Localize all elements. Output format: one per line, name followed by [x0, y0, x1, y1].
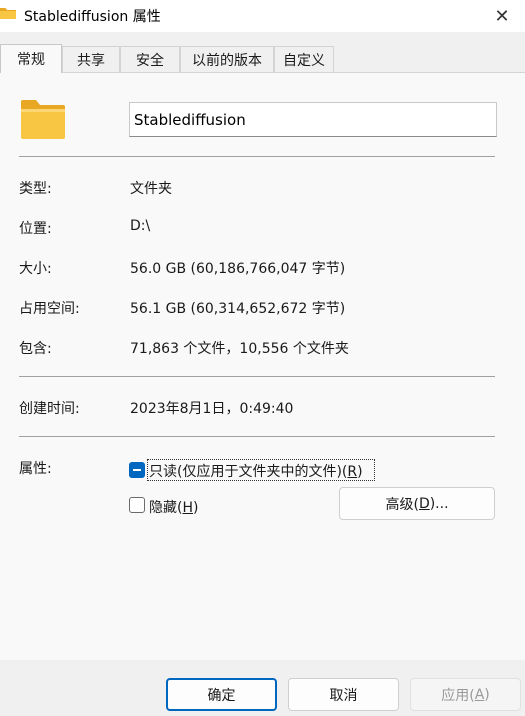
hidden-checkbox[interactable]	[129, 497, 145, 513]
close-button[interactable]: ✕	[479, 0, 525, 32]
size-label: 大小:	[19, 261, 52, 277]
tab-sharing[interactable]: 共享	[62, 46, 120, 72]
separator	[19, 376, 495, 377]
location-value: D:\	[130, 218, 151, 234]
window-title: Stablediffusion 属性	[24, 9, 161, 25]
type-label: 类型:	[19, 181, 52, 197]
separator	[19, 436, 495, 437]
created-label: 创建时间:	[19, 401, 80, 417]
type-value: 文件夹	[130, 181, 172, 197]
close-icon: ✕	[494, 5, 510, 27]
size-on-disk-value: 56.1 GB (60,314,652,672 字节)	[130, 301, 346, 317]
hidden-label[interactable]: 隐藏(H)	[149, 497, 198, 517]
advanced-button[interactable]: 高级(D)...	[339, 487, 495, 520]
tab-previous-versions[interactable]: 以前的版本	[180, 46, 274, 72]
cancel-button[interactable]: 取消	[288, 678, 399, 711]
tab-strip: 常规 共享 安全 以前的版本 自定义	[0, 44, 525, 73]
ok-button[interactable]: 确定	[166, 678, 277, 711]
apply-button[interactable]: 应用(A)	[410, 678, 521, 711]
readonly-checkbox[interactable]	[129, 462, 145, 478]
contains-value: 71,863 个文件，10,556 个文件夹	[130, 341, 349, 357]
title-bar: Stablediffusion 属性 ✕	[0, 0, 525, 32]
attributes-label: 属性:	[19, 461, 52, 477]
readonly-label[interactable]: 只读(仅应用于文件夹中的文件)(R)	[149, 461, 363, 481]
size-on-disk-label: 占用空间:	[19, 301, 80, 317]
general-panel	[0, 72, 525, 660]
separator	[19, 156, 495, 157]
large-folder-icon	[21, 100, 65, 139]
tab-customize[interactable]: 自定义	[274, 46, 334, 72]
tab-security[interactable]: 安全	[120, 46, 180, 72]
folder-name-input[interactable]	[129, 102, 497, 137]
contains-label: 包含:	[19, 341, 52, 357]
folder-icon	[0, 8, 16, 19]
tab-general[interactable]: 常规	[0, 44, 62, 73]
created-value: 2023年8月1日，0:49:40	[130, 401, 294, 417]
size-value: 56.0 GB (60,186,766,047 字节)	[130, 261, 346, 277]
location-label: 位置:	[19, 221, 52, 237]
